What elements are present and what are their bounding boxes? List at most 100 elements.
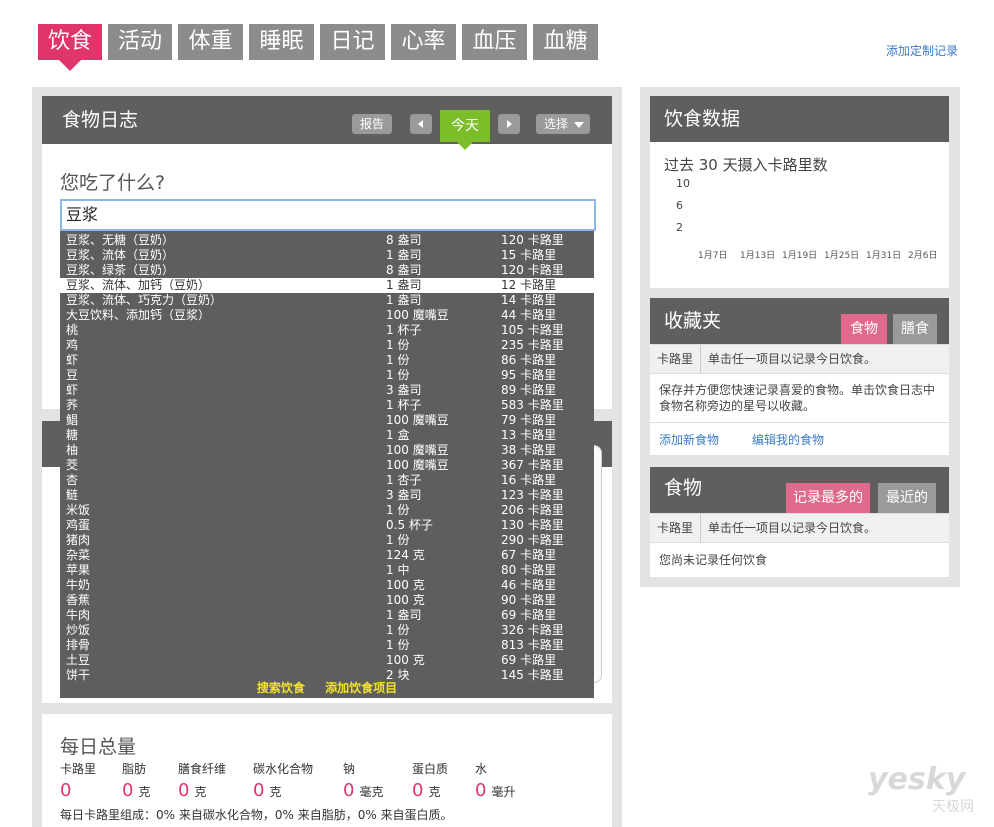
suggestion-serving: 1 盎司 xyxy=(386,293,422,307)
suggestion-calories: 326 卡路里 xyxy=(501,623,564,637)
suggestion-item[interactable]: 杏 1 杏子 16 卡路里 xyxy=(60,473,594,488)
suggestion-item[interactable]: 虾 1 份 86 卡路里 xyxy=(60,353,594,368)
favorites-description: 保存并方便您快速记录喜爱的食物。单击饮食日志中食物名称旁边的星号以收藏。 xyxy=(659,383,936,413)
suggestion-item[interactable]: 牛肉 1 盎司 69 卡路里 xyxy=(60,608,594,623)
suggestion-name: 豆 xyxy=(66,368,79,382)
suggestion-item[interactable]: 鸡 1 份 235 卡路里 xyxy=(60,338,594,353)
label-fat: 脂肪 xyxy=(122,762,147,776)
x-tick-label: 1月25日 xyxy=(824,250,859,261)
suggestion-serving: 0.5 杯子 xyxy=(386,518,433,532)
suggestion-calories: 90 卡路里 xyxy=(501,593,557,607)
prev-day-button[interactable] xyxy=(410,114,432,134)
triangle-left-icon xyxy=(418,120,423,128)
suggestion-name: 豆浆、流体（豆奶） xyxy=(66,248,175,262)
watermark-logo: yesky 天极网 xyxy=(868,764,988,820)
suggestion-serving: 1 杏子 xyxy=(386,473,422,487)
suggestion-item[interactable]: 茭 100 魔嘴豆 367 卡路里 xyxy=(60,458,594,473)
suggestion-item[interactable]: 糖 1 盒 13 卡路里 xyxy=(60,428,594,443)
suggestion-serving: 1 份 xyxy=(386,533,410,547)
suggestion-item[interactable]: 牛奶 100 克 46 卡路里 xyxy=(60,578,594,593)
foods-tab-recent[interactable]: 最近的 xyxy=(878,483,936,513)
report-button[interactable]: 报告 xyxy=(352,114,392,134)
suggestion-serving: 1 杯子 xyxy=(386,323,422,337)
suggestion-serving: 8 盎司 xyxy=(386,263,422,277)
daily-totals-panel: 每日总量 卡路里 脂肪 膳食纤维 碳水化合物 钠 蛋白质 水 0 0 克 0 克… xyxy=(42,714,612,827)
suggestion-name: 荞 xyxy=(66,398,79,412)
suggestion-calories: 367 卡路里 xyxy=(501,458,564,472)
suggestion-name: 排骨 xyxy=(66,638,91,652)
suggestion-calories: 235 卡路里 xyxy=(501,338,564,352)
suggestion-item[interactable]: 豆浆、流体（豆奶） 1 盎司 15 卡路里 xyxy=(60,248,594,263)
suggestion-item[interactable]: 豆浆、绿茶（豆奶） 8 盎司 120 卡路里 xyxy=(60,263,594,278)
suggestion-item[interactable]: 豆浆、无糖（豆奶） 8 盎司 120 卡路里 xyxy=(60,233,594,248)
suggestion-item[interactable]: 虾 3 盎司 89 卡路里 xyxy=(60,383,594,398)
suggestion-item[interactable]: 排骨 1 份 813 卡路里 xyxy=(60,638,594,653)
value-fiber: 0 克 xyxy=(178,780,207,801)
tab-sleep[interactable]: 睡眠 xyxy=(249,24,314,60)
tab-blood-sugar[interactable]: 血糖 xyxy=(533,24,598,60)
suggestion-name: 鲢 xyxy=(66,488,79,502)
suggestion-serving: 1 杯子 xyxy=(386,398,422,412)
suggestion-item[interactable]: 豆浆、流体、加钙（豆奶） 1 盎司 12 卡路里 xyxy=(60,278,594,293)
suggestion-item[interactable]: 鸡蛋 0.5 杯子 130 卡路里 xyxy=(60,518,594,533)
suggestion-item[interactable]: 豆 1 份 95 卡路里 xyxy=(60,368,594,383)
chevron-down-icon xyxy=(574,122,584,128)
suggestion-item[interactable]: 大豆饮料、添加钙（豆浆） 100 魔嘴豆 44 卡路里 xyxy=(60,308,594,323)
suggestion-item[interactable]: 猪肉 1 份 290 卡路里 xyxy=(60,533,594,548)
today-button[interactable]: 今天 xyxy=(440,110,490,150)
suggestion-item[interactable]: 苹果 1 中 80 卡路里 xyxy=(60,563,594,578)
suggestion-calories: 16 卡路里 xyxy=(501,473,557,487)
suggestion-serving: 1 份 xyxy=(386,623,410,637)
value-calories: 0 xyxy=(60,780,72,801)
search-diet-link[interactable]: 搜索饮食 xyxy=(257,681,305,695)
suggestion-item[interactable]: 豆浆、流体、巧克力（豆奶） 1 盎司 14 卡路里 xyxy=(60,293,594,308)
foods-panel: 食物 记录最多的 最近的 卡路里 单击任一项目以记录今日饮食。 您尚未记录任何饮… xyxy=(650,467,949,577)
add-diet-item-link[interactable]: 添加饮食项目 xyxy=(325,681,397,695)
label-calories: 卡路里 xyxy=(60,762,97,776)
suggestion-name: 糖 xyxy=(66,428,79,442)
suggestion-item[interactable]: 米饭 1 份 206 卡路里 xyxy=(60,503,594,518)
suggestion-name: 杂菜 xyxy=(66,548,91,562)
foods-tab-most-logged[interactable]: 记录最多的 xyxy=(786,483,870,513)
tab-blood-pressure[interactable]: 血压 xyxy=(462,24,527,60)
next-day-button[interactable] xyxy=(498,114,520,134)
suggestion-item[interactable]: 鲳 100 魔嘴豆 79 卡路里 xyxy=(60,413,594,428)
suggestion-name: 豆浆、流体、加钙（豆奶） xyxy=(66,278,211,292)
tab-diet[interactable]: 饮食 xyxy=(38,24,102,71)
suggestion-calories: 130 卡路里 xyxy=(501,518,564,532)
suggestion-calories: 120 卡路里 xyxy=(501,263,564,277)
suggestion-calories: 15 卡路里 xyxy=(501,248,557,262)
tab-heart-rate[interactable]: 心率 xyxy=(391,24,456,60)
select-dropdown[interactable]: 选择 xyxy=(536,114,590,134)
suggestion-serving: 100 魔嘴豆 xyxy=(386,308,449,322)
suggestion-name: 香蕉 xyxy=(66,593,91,607)
suggestion-name: 炒饭 xyxy=(66,623,91,637)
suggestion-calories: 290 卡路里 xyxy=(501,533,564,547)
suggestion-name: 大豆饮料、添加钙（豆浆） xyxy=(66,308,211,322)
suggestion-serving: 1 中 xyxy=(386,563,410,577)
suggestion-serving: 1 盎司 xyxy=(386,608,422,622)
favorites-tab-meal[interactable]: 膳食 xyxy=(893,314,937,344)
add-custom-record-link[interactable]: 添加定制记录 xyxy=(886,42,958,59)
add-new-food-link[interactable]: 添加新食物 xyxy=(659,431,719,448)
suggestion-serving: 1 份 xyxy=(386,503,410,517)
tab-journal[interactable]: 日记 xyxy=(320,24,385,60)
suggestion-item[interactable]: 鲢 3 盎司 123 卡路里 xyxy=(60,488,594,503)
suggestion-item[interactable]: 柚 100 魔嘴豆 38 卡路里 xyxy=(60,443,594,458)
suggestion-serving: 1 盎司 xyxy=(386,278,422,292)
suggestion-item[interactable]: 炒饭 1 份 326 卡路里 xyxy=(60,623,594,638)
x-tick-label: 2月6日 xyxy=(908,250,937,261)
suggestion-item[interactable]: 桃 1 杯子 105 卡路里 xyxy=(60,323,594,338)
suggestion-item[interactable]: 土豆 100 克 69 卡路里 xyxy=(60,653,594,668)
suggestion-name: 苹果 xyxy=(66,563,91,577)
tab-weight[interactable]: 体重 xyxy=(178,24,243,60)
food-search-input[interactable]: 豆浆 xyxy=(60,199,596,231)
suggestion-item[interactable]: 荞 1 杯子 583 卡路里 xyxy=(60,398,594,413)
edit-my-foods-link[interactable]: 编辑我的食物 xyxy=(752,431,824,448)
favorites-tab-food[interactable]: 食物 xyxy=(841,314,887,344)
y-tick-label: 2 xyxy=(676,221,683,234)
suggestion-item[interactable]: 香蕉 100 克 90 卡路里 xyxy=(60,593,594,608)
suggestion-item[interactable]: 杂菜 124 克 67 卡路里 xyxy=(60,548,594,563)
food-question: 您吃了什么? xyxy=(60,172,166,194)
tab-activity[interactable]: 活动 xyxy=(108,24,172,60)
